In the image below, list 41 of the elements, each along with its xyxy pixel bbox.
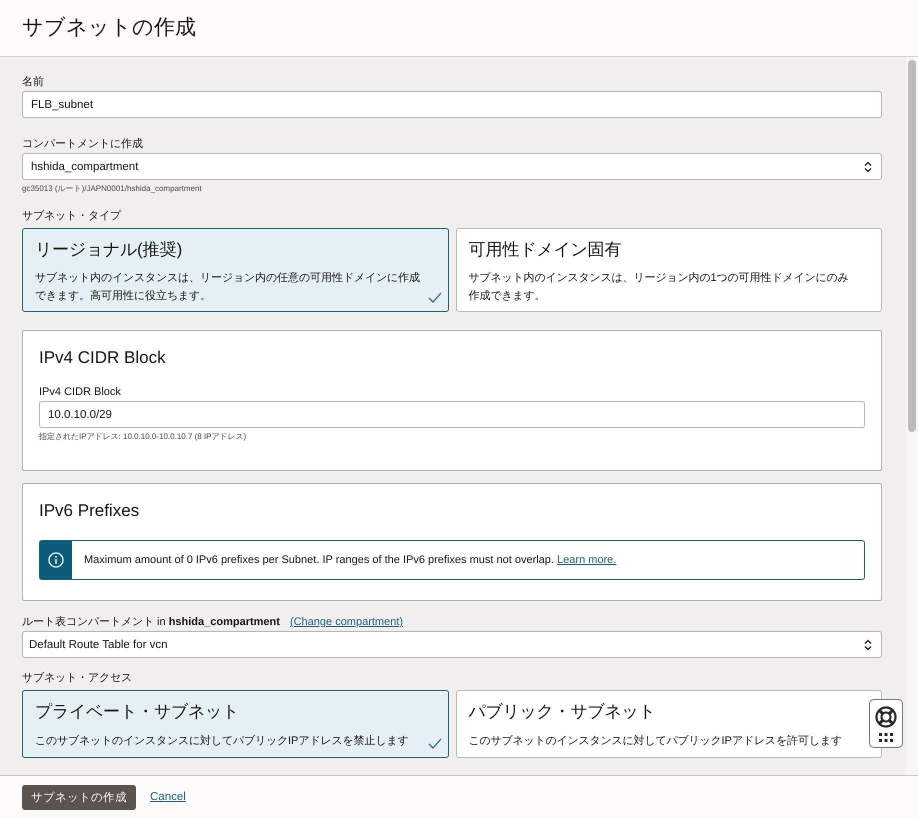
panel-title: IPv4 CIDR Block [39,347,167,369]
chevron-icon [864,638,872,650]
info-message: Maximum amount of 0 IPv6 prefixes per Subnet. IP ranges of the IPv6 prefixes must not overlap. Learn more. [83,554,616,566]
change-compartment-link[interactable]: (Change compartment) [290,615,404,629]
option-card[interactable]: パブリック・サブネット このサブネットのインスタンスに対してパブリックIPアドレスを許可します [456,690,882,758]
name-input-field[interactable]: FLB_subnet [22,91,882,118]
check-icon [428,738,442,749]
field-label: サブネット・タイプ [22,209,122,223]
option-title: 可用性ドメイン固有 [468,239,622,261]
cidr-input-field[interactable]: 10.0.10.0/29 [39,401,865,428]
option-card[interactable]: リージョナル(推奨) サブネット内のインスタンスは、リージョン内の任意の可用性ドメインに作成できます。高可用性に役立ちます。 [22,228,448,312]
option-description: このサブネットのインスタンスに対してパブリックIPアドレスを許可します [468,734,843,749]
field-label: サブネット・アクセス [22,671,133,685]
lifebuoy-icon [875,706,897,728]
option-description: サブネット内のインスタンスは、リージョン内の1つの可用性ドメインにのみ作成できます。 [468,270,850,304]
option-card[interactable]: プライベート・サブネット このサブネットのインスタンスに対してパブリックIPアドレスを禁止します [22,690,448,758]
compartment-select[interactable]: hshida_compartment [22,153,882,180]
dialog-title: サブネットの作成 [22,15,196,41]
option-title: リージョナル(推奨) [35,239,184,261]
grid-icon [879,732,893,742]
learn-more-link[interactable]: Learn more. [557,554,616,566]
check-icon [428,292,442,303]
option-description: このサブネットのインスタンスに対してパブリックIPアドレスを禁止します [35,734,410,749]
address-range-hint: 指定されたIPアドレス: 10.0.10.0-10.0.10.7 (8 IPアドレス) [39,432,248,442]
option-title: プライベート・サブネット [35,701,240,723]
option-title: パブリック・サブネット [468,701,656,723]
help-widget[interactable] [869,699,903,748]
option-description: サブネット内のインスタンスは、リージョン内の任意の可用性ドメインに作成できます。高可用性に役立ちます。 [35,270,421,304]
field-label: IPv4 CIDR Block [39,385,122,399]
field-label: コンパートメントに作成 [22,137,144,151]
compartment-path: gc35013 (ルート)/JAPN0001/hshida_compartment [22,184,203,194]
route-table-select[interactable]: Default Route Table for vcn [22,631,882,658]
chevron-icon [864,160,872,172]
info-icon [48,552,64,568]
cancel-link[interactable]: Cancel [150,791,186,803]
field-label: ルート表コンパートメント in hshida_compartment [22,615,280,629]
scrollbar[interactable] [906,57,918,775]
panel-title: IPv6 Prefixes [39,500,140,522]
field-label: 名前 [22,75,45,89]
create-subnet-button[interactable]: サブネットの作成 [22,784,136,810]
option-card[interactable]: 可用性ドメイン固有 サブネット内のインスタンスは、リージョン内の1つの可用性ドメインにのみ作成できます。 [456,228,882,312]
